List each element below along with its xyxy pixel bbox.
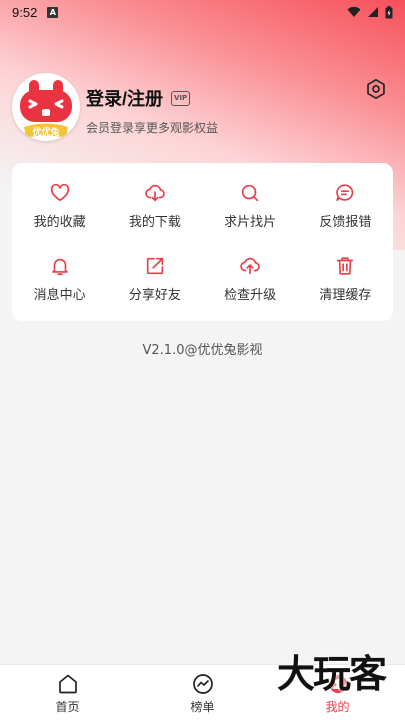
menu-label: 检查升级 [224, 287, 277, 303]
menu-label: 消息中心 [33, 287, 86, 303]
tab-label: 我的 [325, 700, 350, 714]
tab-label: 首页 [55, 700, 80, 714]
menu-item-share[interactable]: 分享好友 [107, 242, 202, 315]
login-subtitle: 会员登录享更多观影权益 [86, 121, 219, 135]
menu-label: 反馈报错 [319, 214, 372, 230]
menu-label: 求片找片 [224, 214, 277, 230]
version-text: V2.1.0@优优兔影视 [142, 343, 263, 358]
battery-icon [385, 5, 393, 18]
menu-label: 分享好友 [128, 287, 181, 303]
menu-item-update[interactable]: 检查升级 [203, 242, 298, 315]
status-bar: 9:52 A [0, 0, 405, 24]
profile-text: 登录/注册 VIP 会员登录享更多观影权益 [86, 85, 218, 136]
tab-label: 榜单 [190, 700, 215, 714]
tab-home[interactable]: 首页 [0, 665, 135, 720]
menu-grid: 我的收藏 我的下载 求片找片 反馈报错 消息中心 分享好友 检查升级 清理缓存 [12, 163, 393, 321]
menu-item-downloads[interactable]: 我的下载 [107, 169, 202, 242]
menu-item-favorites[interactable]: 我的收藏 [12, 169, 107, 242]
trash-icon [337, 256, 354, 275]
settings-icon[interactable] [365, 78, 387, 100]
home-icon [58, 674, 77, 694]
menu-item-request[interactable]: 求片找片 [203, 169, 298, 242]
menu-item-clear-cache[interactable]: 清理缓存 [298, 242, 393, 315]
trend-icon [192, 674, 213, 694]
menu-item-feedback[interactable]: 反馈报错 [298, 169, 393, 242]
profile-header[interactable]: 优优兔 登录/注册 VIP 会员登录享更多观影权益 [12, 73, 393, 143]
chat-bubble-icon [336, 183, 354, 201]
heart-icon [50, 183, 69, 201]
menu-label: 我的下载 [128, 214, 181, 230]
cloud-download-icon [145, 184, 165, 201]
menu-label: 我的收藏 [33, 214, 86, 230]
search-icon [241, 184, 259, 201]
rabbit-logo-icon: 优优兔 [20, 80, 72, 138]
wifi-icon [347, 6, 361, 17]
notification-icon: A [47, 6, 59, 18]
avatar[interactable]: 优优兔 [12, 73, 80, 141]
vip-badge: VIP [171, 90, 191, 106]
status-time: 9:52 [12, 4, 38, 20]
bell-icon [51, 258, 68, 275]
menu-item-messages[interactable]: 消息中心 [12, 242, 107, 315]
signal-icon [368, 7, 378, 17]
cloud-upload-icon [240, 257, 260, 274]
login-register-link[interactable]: 登录/注册 [86, 85, 163, 111]
tab-rankings[interactable]: 榜单 [135, 665, 270, 720]
watermark: 大玩客 [276, 652, 387, 696]
avatar-logo-text: 优优兔 [32, 126, 59, 138]
menu-label: 清理缓存 [319, 287, 372, 303]
login-row: 登录/注册 VIP [86, 85, 218, 111]
status-icons [347, 5, 393, 19]
share-icon [146, 257, 164, 274]
